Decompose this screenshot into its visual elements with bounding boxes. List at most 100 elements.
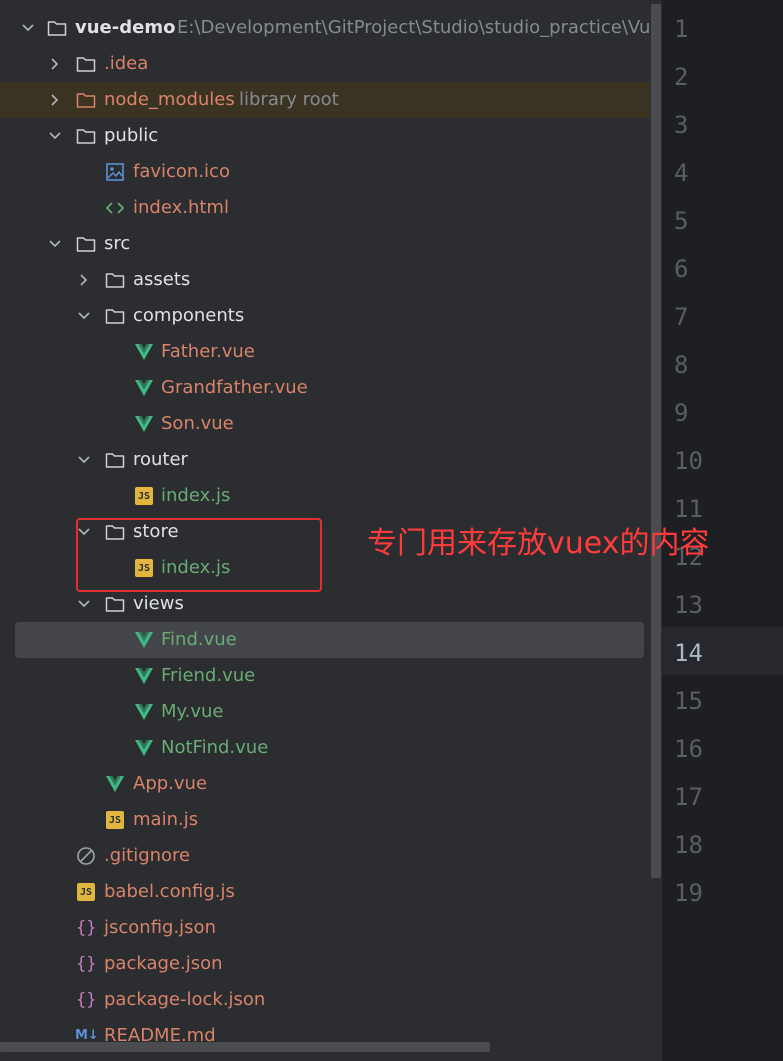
tree-row-public[interactable]: public (0, 118, 650, 154)
tree-row-grandfather-vue[interactable]: Grandfather.vue (0, 370, 650, 406)
tree-row-main-js[interactable]: JS main.js (0, 802, 650, 838)
tree-label: .gitignore (104, 845, 191, 866)
annotation-text: 专门用来存放vuex的内容 (367, 526, 710, 561)
tree-label: node_modules (104, 89, 235, 110)
tree-label: Son.vue (161, 413, 234, 434)
tree-label: Father.vue (161, 341, 255, 362)
tree-row-gitignore[interactable]: .gitignore (0, 838, 650, 874)
line-number: 8 (674, 351, 689, 379)
line-number: 13 (674, 591, 703, 619)
tree-row-index-html[interactable]: index.html (0, 190, 650, 226)
tree-row-src[interactable]: src (0, 226, 650, 262)
chevron-down-icon[interactable] (76, 308, 92, 324)
tree-label: main.js (133, 809, 199, 830)
vue-file-icon (134, 414, 154, 434)
tree-row-notfind-vue[interactable]: NotFind.vue (0, 730, 650, 766)
tree-row-babel-config[interactable]: JS babel.config.js (0, 874, 650, 910)
tree-label: Grandfather.vue (161, 377, 308, 398)
tree-row-router[interactable]: router (0, 442, 650, 478)
folder-icon (47, 18, 67, 38)
js-file-icon: JS (76, 882, 96, 902)
chevron-right-icon[interactable] (47, 56, 63, 72)
tree-row-jsconfig[interactable]: {} jsconfig.json (0, 910, 650, 946)
line-number: 9 (674, 399, 689, 427)
excluded-folder-icon (76, 90, 96, 110)
library-root-hint: library root (239, 89, 339, 110)
tree-row-router-index-js[interactable]: JS index.js (0, 478, 650, 514)
folder-icon (76, 54, 96, 74)
tree-row-components[interactable]: components (0, 298, 650, 334)
tree-label: jsconfig.json (104, 917, 216, 938)
tree-label: .idea (104, 53, 149, 74)
tree-row-package-lock[interactable]: {} package-lock.json (0, 982, 650, 1018)
folder-icon (105, 270, 125, 290)
vue-file-icon (134, 630, 154, 650)
line-number: 1 (674, 15, 689, 43)
project-path: E:\Development\GitProject\Studio\studio_… (177, 17, 650, 38)
tree-row-package-json[interactable]: {} package.json (0, 946, 650, 982)
json-file-icon: {} (76, 918, 97, 938)
tree-row-project-root[interactable]: vue-demo E:\Development\GitProject\Studi… (0, 10, 650, 46)
tree-row-friend-vue[interactable]: Friend.vue (0, 658, 650, 694)
tree-row-son-vue[interactable]: Son.vue (0, 406, 650, 442)
js-file-icon: JS (105, 810, 125, 830)
horizontal-scrollbar-thumb[interactable] (0, 1042, 490, 1052)
json-file-icon: {} (76, 954, 97, 974)
folder-icon (76, 126, 96, 146)
tree-label: NotFind.vue (161, 737, 269, 758)
selection-highlight (15, 622, 644, 658)
tree-row-favicon[interactable]: favicon.ico (0, 154, 650, 190)
annotation-highlight-box (76, 518, 322, 592)
tree-label: src (104, 233, 131, 254)
tree-label: assets (133, 269, 191, 290)
vue-file-icon (134, 378, 154, 398)
tree-label: package.json (104, 953, 223, 974)
tree-label: My.vue (161, 701, 224, 722)
tree-row-find-vue[interactable]: Find.vue (0, 622, 650, 658)
js-badge: JS (106, 811, 124, 829)
line-number: 17 (674, 783, 703, 811)
js-badge: JS (77, 883, 95, 901)
tree-label: router (133, 449, 188, 470)
chevron-down-icon[interactable] (76, 596, 92, 612)
line-number: 16 (674, 735, 703, 763)
js-badge: JS (135, 487, 153, 505)
tree-label: favicon.ico (133, 161, 230, 182)
tree-label: components (133, 305, 245, 326)
chevron-down-icon[interactable] (47, 128, 63, 144)
line-number: 5 (674, 207, 689, 235)
tree-row-idea[interactable]: .idea (0, 46, 650, 82)
tree-row-node-modules[interactable]: node_modules library root (0, 82, 650, 118)
line-number: 14 (674, 639, 703, 667)
folder-icon (76, 234, 96, 254)
chevron-down-icon[interactable] (76, 452, 92, 468)
tree-row-my-vue[interactable]: My.vue (0, 694, 650, 730)
line-number: 19 (674, 879, 703, 907)
vertical-scrollbar-thumb[interactable] (651, 4, 661, 878)
tree-label: Find.vue (161, 629, 237, 650)
folder-icon (105, 594, 125, 614)
json-file-icon: {} (76, 990, 97, 1010)
vue-file-icon (134, 666, 154, 686)
tree-row-app-vue[interactable]: App.vue (0, 766, 650, 802)
tree-row-assets[interactable]: assets (0, 262, 650, 298)
chevron-down-icon[interactable] (20, 20, 36, 36)
line-number: 3 (674, 111, 689, 139)
chevron-down-icon[interactable] (47, 236, 63, 252)
line-number: 4 (674, 159, 689, 187)
tree-label: index.js (161, 485, 231, 506)
tree-label: package-lock.json (104, 989, 266, 1010)
tree-label: babel.config.js (104, 881, 235, 902)
tree-label: App.vue (133, 773, 208, 794)
chevron-right-icon[interactable] (76, 272, 92, 288)
ignore-file-icon (76, 846, 96, 866)
tree-row-father-vue[interactable]: Father.vue (0, 334, 650, 370)
line-number: 7 (674, 303, 689, 331)
line-number: 10 (674, 447, 703, 475)
tree-label: index.html (133, 197, 229, 218)
tree-label: public (104, 125, 159, 146)
image-file-icon (105, 162, 125, 182)
line-number: 2 (674, 63, 689, 91)
chevron-right-icon[interactable] (47, 92, 63, 108)
folder-icon (105, 306, 125, 326)
